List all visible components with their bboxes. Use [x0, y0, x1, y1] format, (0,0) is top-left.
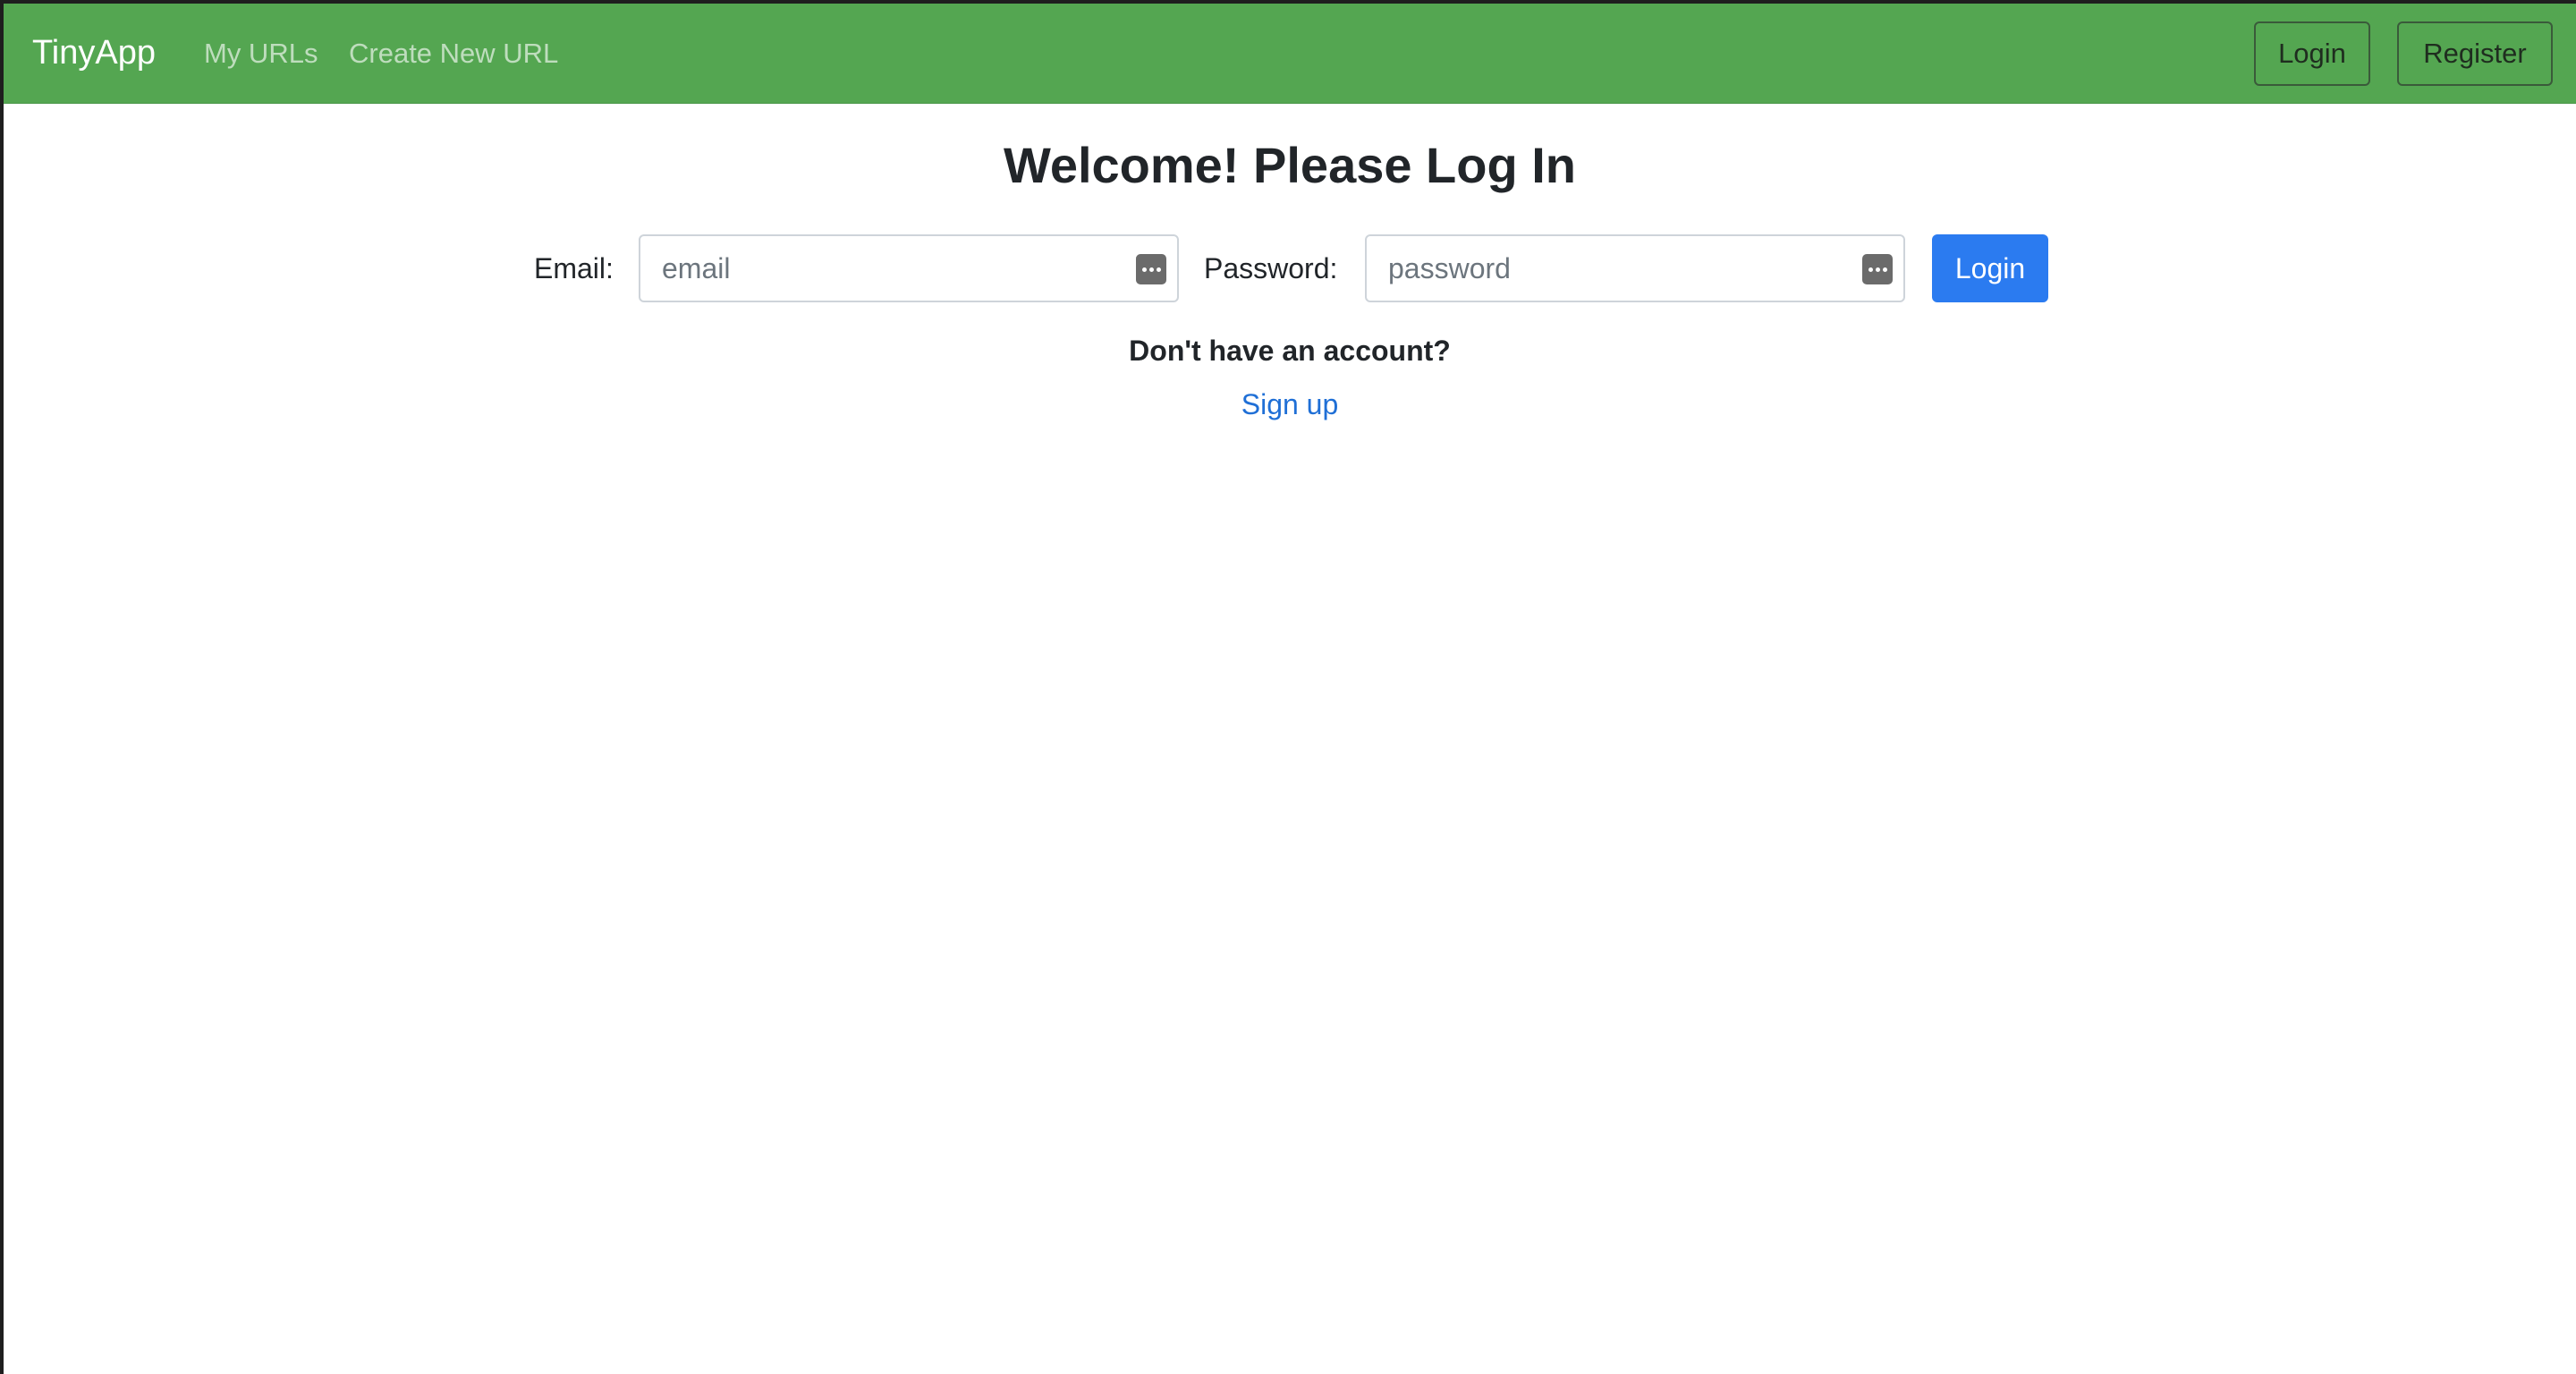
email-label: Email: — [534, 252, 614, 284]
login-submit-button[interactable]: Login — [1932, 234, 2048, 302]
email-field[interactable] — [639, 234, 1179, 302]
navbar: TinyApp My URLs Create New URL Login Reg… — [4, 4, 2576, 104]
password-manager-icon[interactable] — [1136, 254, 1166, 284]
page-title: Welcome! Please Log In — [1003, 137, 1577, 193]
nav-login-button[interactable]: Login — [2254, 21, 2370, 86]
password-label: Password: — [1204, 252, 1338, 284]
browser-window: TinyApp My URLs Create New URL Login Reg… — [4, 4, 2576, 1374]
email-input[interactable] — [640, 236, 1177, 301]
nav-link-my-urls[interactable]: My URLs — [204, 4, 318, 103]
password-manager-icon[interactable] — [1862, 254, 1893, 284]
password-field[interactable] — [1365, 234, 1905, 302]
brand-logo[interactable]: TinyApp — [32, 4, 156, 103]
signup-prompt: Don't have an account? — [1129, 335, 1451, 367]
nav-link-create-new-url[interactable]: Create New URL — [349, 4, 558, 103]
password-input[interactable] — [1367, 236, 1903, 301]
signup-link[interactable]: Sign up — [1202, 386, 1377, 423]
nav-register-button[interactable]: Register — [2397, 21, 2553, 86]
